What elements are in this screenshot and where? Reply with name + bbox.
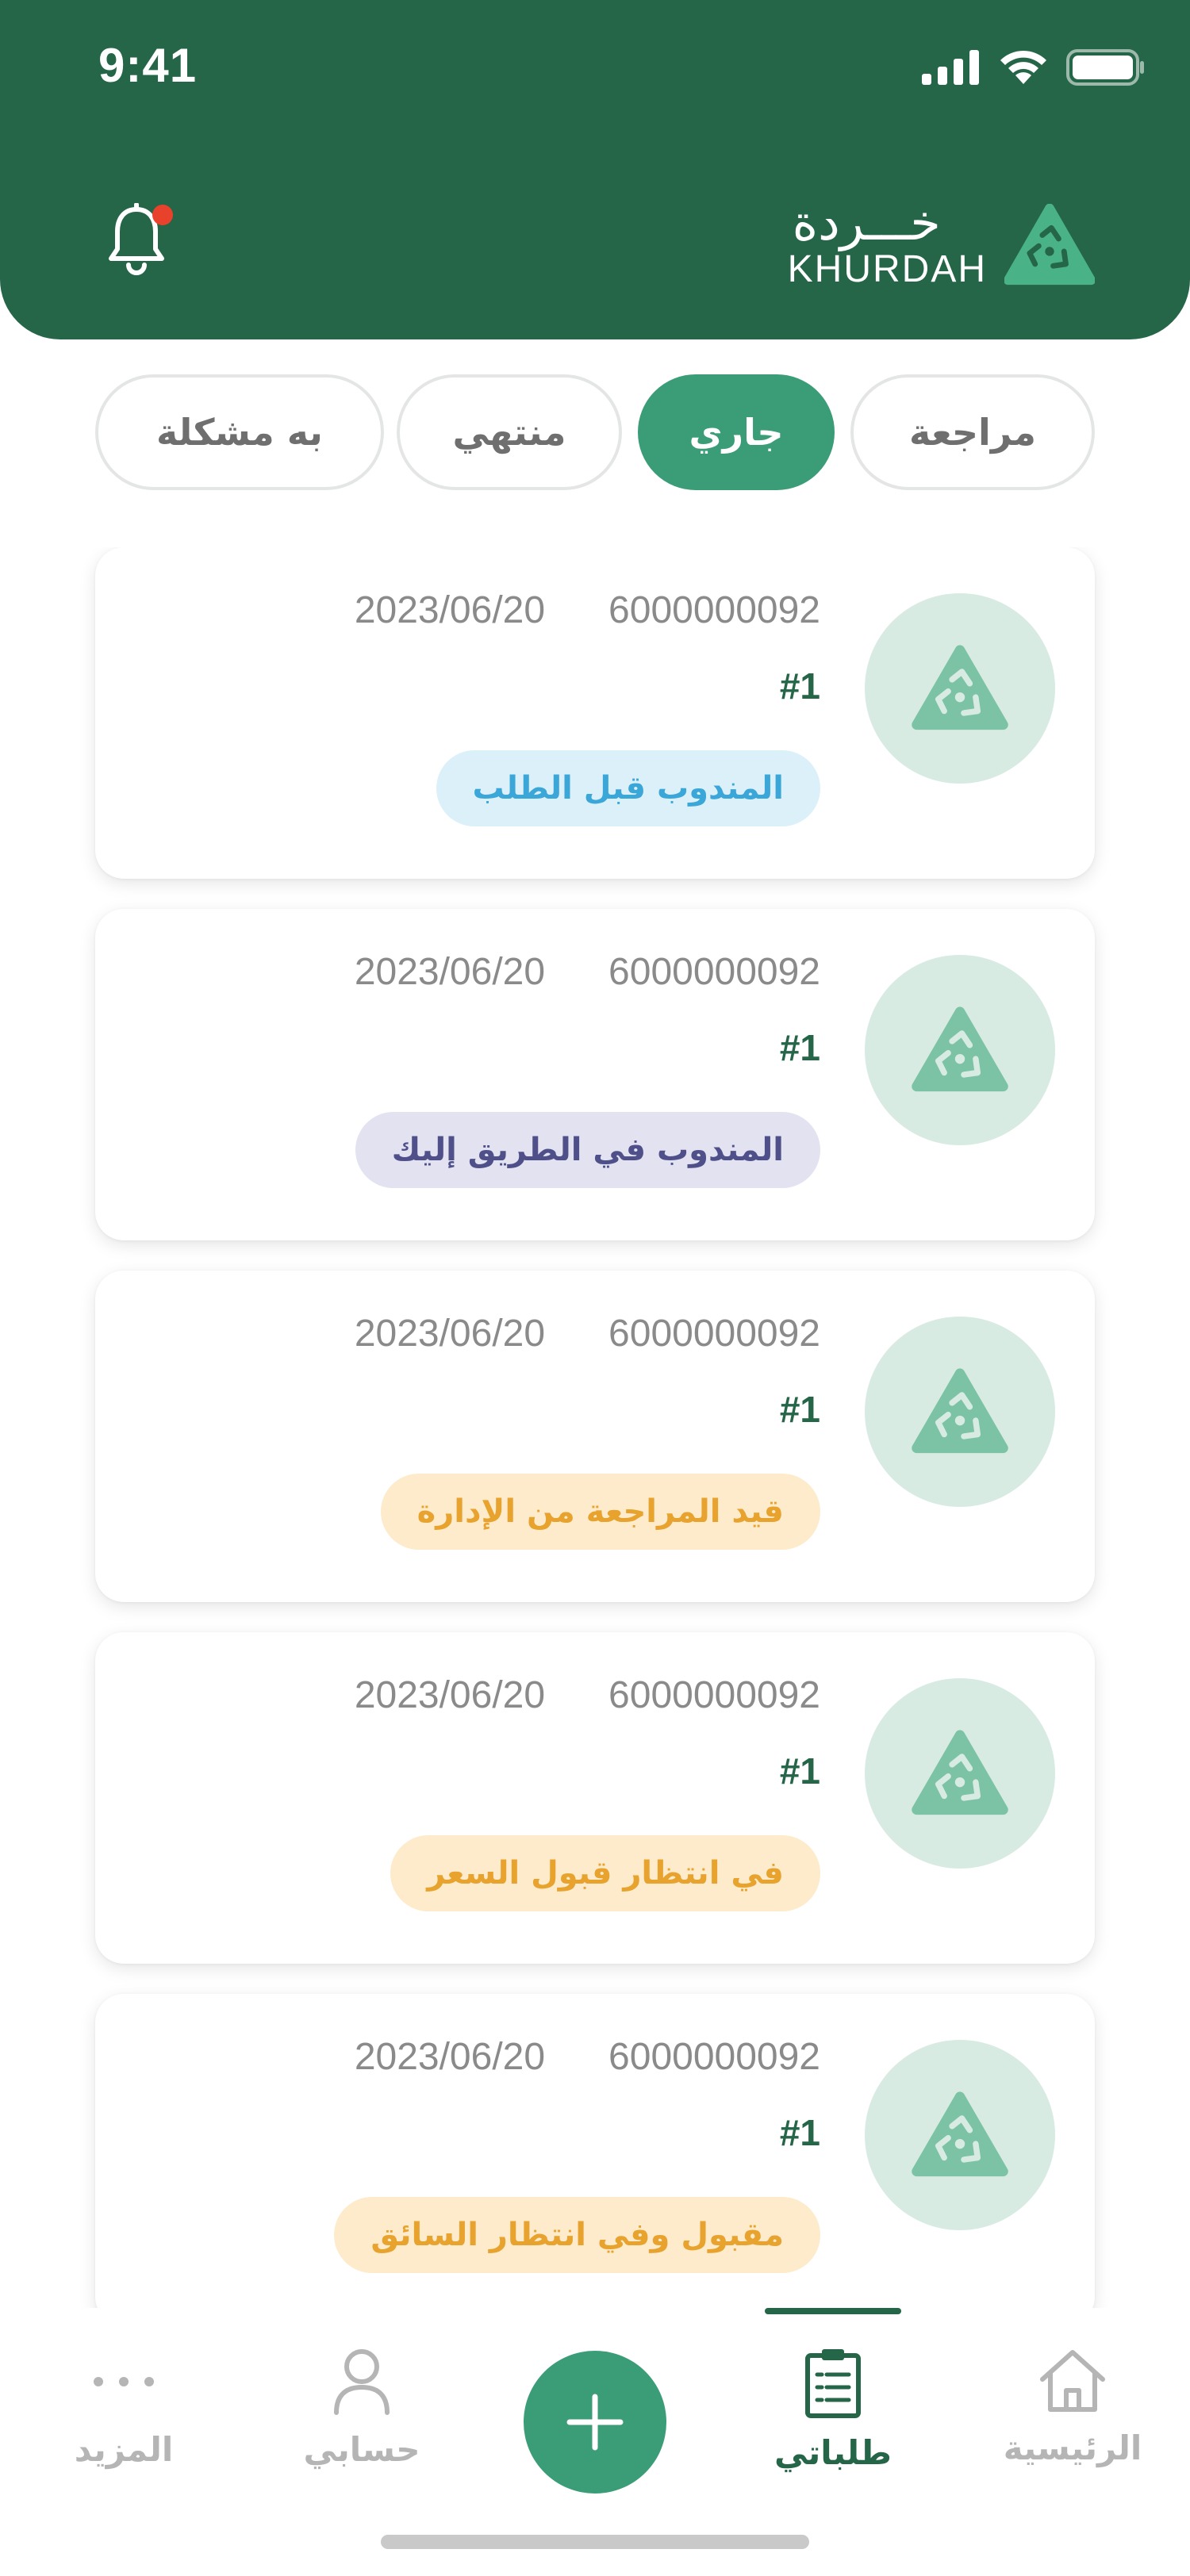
tab-account[interactable]: حسابي — [274, 2348, 449, 2469]
logo-text: خـــردة KHURDAH — [788, 198, 987, 292]
add-order-button[interactable] — [524, 2351, 666, 2494]
filter-chip-review[interactable]: مراجعة — [850, 374, 1095, 490]
status-badge: المندوب قبل الطلب — [436, 750, 820, 826]
tab-label: حسابي — [303, 2430, 420, 2469]
order-card[interactable]: 6000000092 2023/06/20 #1 مقبول وفي انتظا… — [95, 1994, 1095, 2308]
status-time: 9:41 — [98, 39, 198, 92]
recycle-logo-icon — [1004, 204, 1095, 286]
tab-home[interactable]: الرئيسية — [985, 2348, 1160, 2467]
order-recycle-icon — [865, 955, 1055, 1145]
filter-chip-label: به مشكلة — [156, 411, 323, 454]
tab-label: المزيد — [74, 2430, 174, 2469]
order-meta: 6000000092 2023/06/20 — [355, 588, 820, 632]
status-badge: مقبول وفي انتظار السائق — [334, 2197, 820, 2273]
khurdah-logo: خـــردة KHURDAH — [788, 198, 1095, 292]
order-id: 6000000092 — [608, 1674, 820, 1716]
order-number: #1 — [779, 1389, 820, 1430]
more-dots-icon — [94, 2377, 154, 2386]
status-icons — [922, 49, 1146, 86]
order-date: 2023/06/20 — [354, 1313, 546, 1355]
order-meta: 6000000092 2023/06/20 — [355, 1673, 820, 1717]
tab-more[interactable]: المزيد — [36, 2348, 211, 2469]
active-tab-indicator — [765, 2308, 901, 2314]
order-date: 2023/06/20 — [354, 1674, 546, 1716]
bottom-tab-bar: الرئيسية طلباتي حسابي المزيد — [0, 2308, 1190, 2576]
status-badge: في انتظار قبول السعر — [390, 1835, 820, 1911]
status-filter-chips: مراجعة جاري منتهي به مشكلة — [0, 374, 1190, 495]
app-header: 9:41 خـــردة KHURDAH — [0, 0, 1190, 339]
home-icon — [1040, 2350, 1105, 2412]
order-recycle-icon — [865, 1678, 1055, 1869]
order-meta: 6000000092 2023/06/20 — [355, 2035, 820, 2079]
logo-arabic: خـــردة — [792, 194, 941, 251]
order-date: 2023/06/20 — [354, 951, 546, 993]
tab-my-orders[interactable]: طلباتي — [746, 2348, 920, 2472]
order-number: #1 — [779, 1750, 820, 1792]
order-id: 6000000092 — [608, 1313, 820, 1355]
filter-chip-ongoing[interactable]: جاري — [638, 374, 835, 490]
order-date: 2023/06/20 — [354, 2036, 546, 2078]
order-card[interactable]: 6000000092 2023/06/20 #1 في انتظار قبول … — [95, 1632, 1095, 1964]
order-recycle-icon — [865, 2040, 1055, 2230]
status-badge: قيد المراجعة من الإدارة — [380, 1474, 820, 1550]
user-icon — [334, 2349, 390, 2415]
tab-label: الرئيسية — [1003, 2428, 1142, 2467]
order-card[interactable]: 6000000092 2023/06/20 #1 قيد المراجعة من… — [95, 1271, 1095, 1602]
clipboard-icon — [805, 2349, 861, 2418]
status-badge: المندوب في الطريق إليك — [355, 1112, 820, 1188]
order-date: 2023/06/20 — [354, 589, 546, 631]
filter-chip-problem[interactable]: به مشكلة — [95, 374, 384, 490]
filter-chip-label: مراجعة — [909, 411, 1036, 454]
tab-label: طلباتي — [774, 2433, 892, 2472]
order-id: 6000000092 — [608, 951, 820, 993]
wifi-icon — [1000, 50, 1046, 84]
notification-dot — [152, 205, 173, 225]
filter-chip-finished[interactable]: منتهي — [397, 374, 622, 490]
logo-english: KHURDAH — [787, 248, 987, 290]
order-meta: 6000000092 2023/06/20 — [355, 950, 820, 994]
home-indicator — [381, 2535, 809, 2549]
order-meta: 6000000092 2023/06/20 — [355, 1312, 820, 1355]
order-card[interactable]: 6000000092 2023/06/20 #1 المندوب في الطر… — [95, 909, 1095, 1240]
order-number: #1 — [779, 2112, 820, 2153]
order-recycle-icon — [865, 593, 1055, 784]
filter-chip-label: منتهي — [452, 411, 566, 454]
order-recycle-icon — [865, 1317, 1055, 1507]
order-number: #1 — [779, 1027, 820, 1068]
plus-icon — [566, 2394, 624, 2451]
order-number: #1 — [779, 665, 820, 707]
filter-chip-label: جاري — [689, 411, 784, 454]
signal-icon — [922, 50, 979, 85]
battery-icon — [1066, 49, 1144, 86]
order-id: 6000000092 — [608, 2036, 820, 2078]
orders-list: 6000000092 2023/06/20 #1 المندوب قبل الط… — [0, 547, 1190, 2308]
order-id: 6000000092 — [608, 589, 820, 631]
order-card[interactable]: 6000000092 2023/06/20 #1 المندوب قبل الط… — [95, 547, 1095, 879]
